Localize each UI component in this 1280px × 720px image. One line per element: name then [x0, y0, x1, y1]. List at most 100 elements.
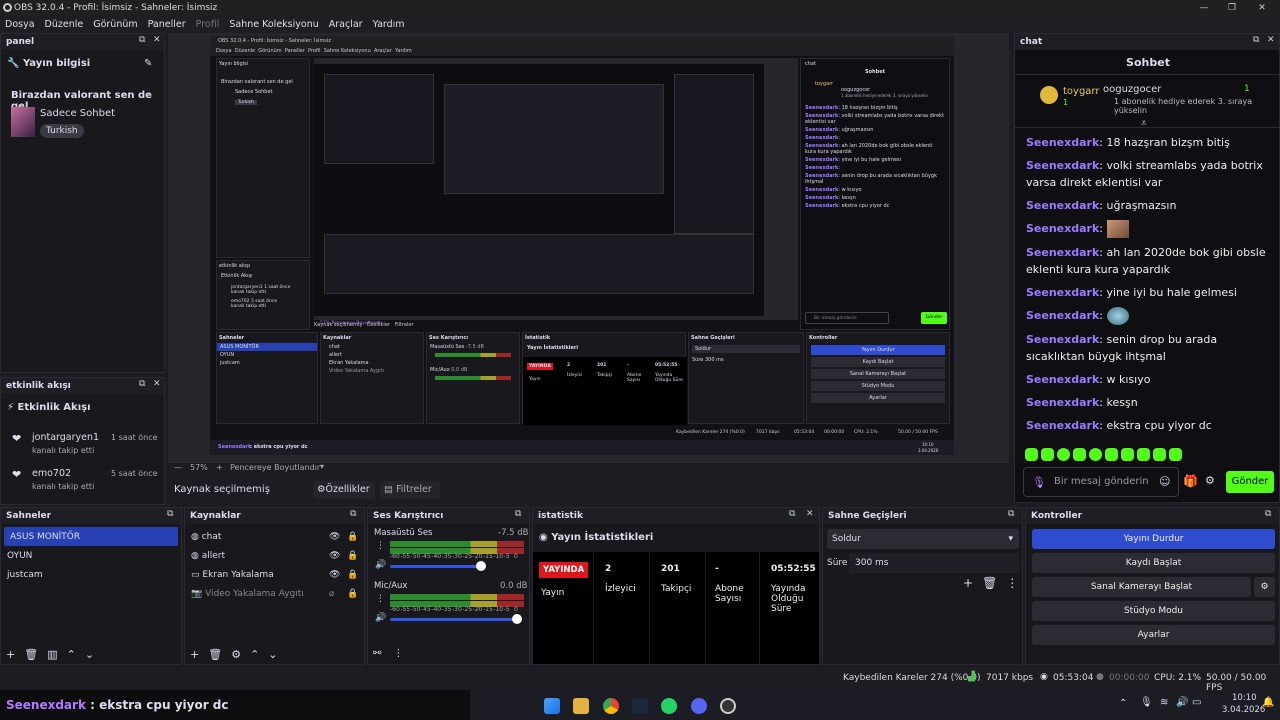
emote-icon[interactable] — [1073, 448, 1086, 461]
close-icon[interactable]: ✕ — [153, 379, 161, 389]
undock-icon[interactable]: ⧉ — [789, 509, 795, 519]
emote-icon[interactable] — [1121, 448, 1134, 461]
gear-icon[interactable]: ⚙ — [231, 648, 241, 661]
volume-slider[interactable] — [390, 618, 517, 621]
source-item-allert[interactable]: ◍ allert 👁 🔒 — [185, 546, 364, 565]
transition-select[interactable]: Soldur ▾ — [827, 529, 1019, 549]
emote-icon[interactable] — [1137, 448, 1150, 461]
emoji-icon[interactable]: ☺ — [1159, 475, 1170, 488]
kebab-icon[interactable]: ⋮ — [376, 541, 385, 551]
source-item-video[interactable]: 📷 Video Yakalama Aygıtı ⌀ 🔒 — [185, 584, 364, 603]
lock-icon[interactable]: 🔒 — [347, 589, 358, 599]
lock-icon[interactable]: 🔒 — [347, 570, 358, 580]
start-virtual-camera-button[interactable]: Sanal Kamerayı Başlat — [1032, 577, 1251, 597]
eye-icon[interactable]: 👁 — [329, 551, 340, 561]
notification-icon[interactable]: 🔔 — [1262, 697, 1274, 708]
undock-icon[interactable]: ⧉ — [139, 379, 145, 389]
lock-icon[interactable]: 🔒 — [347, 532, 358, 542]
menu-dosya[interactable]: Dosya — [5, 19, 35, 30]
discord-icon[interactable] — [691, 698, 707, 714]
filters-button[interactable]: ▤ Filtreler — [380, 481, 440, 499]
emote-icon[interactable] — [1089, 448, 1102, 461]
chevron-up-icon[interactable]: ⌃ — [250, 648, 259, 661]
chat-username[interactable]: Seenexdark — [1026, 419, 1099, 432]
undock-icon[interactable]: ⧉ — [1253, 35, 1259, 45]
chat-username[interactable]: Seenexdark — [1026, 199, 1099, 212]
windows-start-icon[interactable] — [544, 698, 560, 714]
minimize-button[interactable]: — — [1191, 0, 1217, 16]
scene-item-asus[interactable]: ASUS MONİTÖR — [4, 527, 178, 546]
chat-username[interactable]: Seenexdark — [1026, 286, 1099, 299]
duration-input[interactable]: 300 ms — [849, 553, 1019, 573]
add-icon[interactable]: + — [6, 648, 15, 661]
maximize-button[interactable]: ❐ — [1219, 0, 1245, 16]
source-item-chat[interactable]: ◍ chat 👁 🔒 — [185, 527, 364, 546]
add-icon[interactable]: + — [963, 576, 973, 590]
menu-araclar[interactable]: Araçlar — [329, 19, 363, 30]
whatsapp-icon[interactable] — [661, 698, 677, 714]
emote-icon[interactable] — [1105, 448, 1118, 461]
mic-icon[interactable]: 🎙 — [1032, 476, 1046, 489]
battery-icon[interactable]: ▭ — [1192, 697, 1201, 708]
volume-icon[interactable]: 🔊 — [1176, 697, 1188, 708]
virtual-camera-settings-button[interactable]: ⚙ — [1254, 577, 1275, 597]
speaker-icon[interactable]: 🔊 — [375, 560, 386, 570]
emote-icon[interactable] — [1041, 448, 1054, 461]
menu-profil[interactable]: Profil — [196, 19, 220, 30]
eye-icon[interactable]: 👁 — [329, 570, 340, 580]
chat-username[interactable]: Seenexdark — [1026, 159, 1099, 172]
menu-yardim[interactable]: Yardım — [373, 19, 405, 30]
file-explorer-icon[interactable] — [573, 698, 589, 714]
trash-icon[interactable]: 🗑 — [208, 648, 222, 661]
chat-username[interactable]: Seenexdark — [1026, 309, 1099, 322]
volume-knob[interactable] — [476, 561, 486, 571]
chevron-down-icon[interactable]: ⌄ — [85, 648, 94, 661]
menu-sahne-koleksiyonu[interactable]: Sahne Koleksiyonu — [229, 19, 318, 30]
wifi-icon[interactable]: ≋ — [1160, 697, 1168, 708]
chat-username[interactable]: Seenexdark — [1026, 396, 1099, 409]
lock-icon[interactable]: 🔒 — [347, 551, 358, 561]
send-button[interactable]: Gönder — [1226, 471, 1274, 493]
zoom-in-button[interactable]: + — [216, 463, 223, 472]
scene-item-justcam[interactable]: justcam — [1, 565, 181, 584]
fit-to-window-label[interactable]: Pencereye Boyutlandır — [230, 463, 320, 472]
chevron-up-icon[interactable]: ⌃ — [1119, 698, 1127, 709]
properties-button[interactable]: ⚙Özellikler — [313, 481, 375, 499]
steam-icon[interactable] — [632, 698, 648, 714]
preview-canvas[interactable]: OBS 32.0.4 - Profil: İsimsiz - Sahneler:… — [210, 36, 954, 455]
chat-username[interactable]: Seenexdark — [1026, 222, 1099, 235]
trash-icon[interactable]: 🗑 — [982, 576, 997, 590]
eye-off-icon[interactable]: ⌀ — [329, 589, 334, 599]
start-recording-button[interactable]: Kaydı Başlat — [1032, 553, 1275, 573]
zoom-out-button[interactable]: — — [174, 463, 182, 472]
close-icon[interactable]: ✕ — [1267, 35, 1275, 45]
undock-icon[interactable]: ⧉ — [515, 509, 521, 519]
emote-icon[interactable] — [1057, 448, 1070, 461]
emote-icon[interactable] — [1025, 448, 1038, 461]
kebab-icon[interactable]: ⋮ — [376, 594, 385, 604]
gift-icon[interactable]: 🎁 — [1183, 474, 1198, 488]
studio-mode-button[interactable]: Stüdyo Modu — [1032, 601, 1275, 621]
gear-icon[interactable]: ⚙ — [1205, 474, 1215, 487]
emote-icon[interactable] — [1169, 448, 1182, 461]
emote-icon[interactable] — [1153, 448, 1166, 461]
chat-username[interactable]: Seenexdark — [1026, 136, 1099, 149]
source-item-screen[interactable]: ▭ Ekran Yakalama 👁 🔒 — [185, 565, 364, 584]
volume-knob[interactable] — [512, 614, 522, 624]
volume-slider[interactable] — [390, 565, 481, 568]
chat-username[interactable]: Seenexdark — [1026, 246, 1099, 259]
kebab-icon[interactable]: ⋮ — [393, 648, 403, 659]
undock-icon[interactable]: ⧉ — [139, 35, 145, 45]
undock-icon[interactable]: ⧉ — [1265, 509, 1271, 519]
chrome-icon[interactable] — [603, 698, 619, 714]
chevron-up-icon[interactable]: ⌃ — [67, 648, 76, 661]
kebab-icon[interactable]: ⋮ — [1006, 576, 1018, 590]
close-icon[interactable]: ✕ — [153, 35, 161, 45]
eye-icon[interactable]: 👁 — [329, 532, 340, 542]
chat-input[interactable]: 🎙 Bir mesaj gönderin ☺ — [1023, 467, 1179, 497]
undock-icon[interactable]: ⧉ — [167, 509, 173, 519]
add-icon[interactable]: + — [190, 648, 199, 661]
clock-time[interactable]: 10:10 — [1232, 693, 1257, 703]
chevron-down-icon[interactable]: ⌄ — [268, 648, 277, 661]
obs-taskbar-icon[interactable] — [720, 698, 736, 714]
